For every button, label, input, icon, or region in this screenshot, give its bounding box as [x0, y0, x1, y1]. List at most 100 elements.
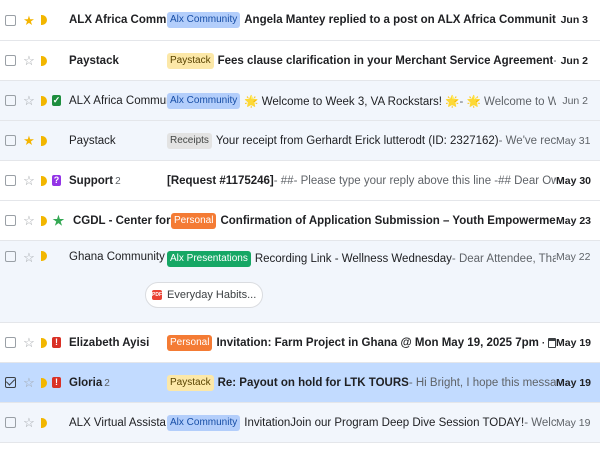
sender-name: Ghana Community — [69, 251, 165, 263]
email-row[interactable]: ☆? Support 2 [Request #1175246] - ##- Pleas… — [0, 161, 600, 201]
importance-half-icon — [41, 135, 47, 146]
importance-marker-icon[interactable] — [39, 417, 49, 428]
star-outline-icon[interactable]: ☆ — [22, 94, 36, 107]
select-checkbox[interactable] — [5, 135, 16, 146]
star-outline-icon[interactable]: ☆ — [22, 416, 36, 429]
email-date: Jun 2 — [560, 54, 588, 67]
importance-half-icon — [41, 417, 47, 428]
email-list: ★ALX Africa CommunityAlx CommunityAngela… — [0, 0, 600, 450]
email-label[interactable]: Personal — [167, 334, 213, 351]
importance-marker-icon[interactable] — [39, 135, 49, 146]
star-outline-icon[interactable]: ☆ — [22, 214, 36, 227]
email-row[interactable]: ☆ Paystack Paystack Fees clause clarificati… — [0, 41, 600, 81]
importance-marker-icon[interactable] — [39, 15, 49, 25]
email-date: Jun 2 — [562, 94, 588, 107]
email-subject: Angela Mantey replied to a post on ALX A… — [244, 14, 556, 26]
sender-name: Paystack — [69, 54, 119, 67]
email-date: May 23 — [556, 214, 592, 227]
sender-name: ALX Africa Community — [69, 14, 167, 26]
email-label[interactable]: Alx Community — [167, 414, 241, 431]
question-badge-icon: ? — [52, 175, 61, 186]
email-label[interactable]: Paystack — [167, 374, 214, 391]
email-subject: Fees clause clarification in your Mercha… — [217, 54, 554, 67]
email-snippet: - ##- Please type your reply above this … — [273, 174, 556, 187]
select-checkbox[interactable] — [5, 377, 16, 388]
email-subject: [Request #1175246] — [167, 174, 274, 187]
email-row[interactable]: ☆ ALX Virtual Assista. Alx Community Invita… — [0, 403, 600, 443]
importance-marker-icon[interactable] — [39, 377, 49, 388]
email-label[interactable]: Alx Community — [167, 12, 241, 28]
pdf-icon: PDF — [152, 290, 162, 300]
star-outline-icon[interactable]: ☆ — [22, 376, 36, 389]
email-row[interactable]: ☆! Gloria 2 Paystack Re: Payout on hold for … — [0, 363, 600, 403]
star-filled-icon[interactable]: ★ — [22, 134, 36, 147]
importance-marker-icon[interactable] — [39, 337, 49, 348]
select-checkbox[interactable] — [5, 14, 16, 26]
check-badge-icon: ✓ — [52, 95, 61, 106]
email-row[interactable]: ☆ ★ CGDL - Center for G.PersonalConfirmati… — [0, 201, 600, 241]
email-row[interactable]: ★ Paystack Receipts Your receipt from Gerha… — [0, 121, 600, 161]
importance-marker-icon[interactable] — [39, 215, 49, 226]
sender-name: CGDL - Center for G. — [73, 214, 171, 227]
star-outline-icon[interactable]: ☆ — [22, 251, 36, 264]
email-date: May 22 — [556, 251, 591, 263]
email-content: [Request #1175246] - ##- Please type you… — [167, 175, 556, 187]
importance-half-icon — [41, 251, 47, 261]
email-content: Paystack Re: Payout on hold for LTK TOURS… — [167, 374, 556, 391]
email-label[interactable]: Paystack — [167, 52, 214, 69]
star-outline-icon[interactable]: ☆ — [22, 174, 36, 187]
star-outline-icon[interactable]: ☆ — [22, 336, 36, 349]
select-checkbox[interactable] — [5, 251, 16, 262]
attachment-name: Everyday Habits... — [167, 289, 257, 301]
email-content: Personal Invitation: Farm Project in Ghan… — [167, 334, 544, 351]
email-label[interactable]: Alx Community — [167, 92, 241, 109]
email-date: Jun 3 — [560, 14, 588, 26]
star-filled-icon[interactable]: ★ — [22, 14, 36, 27]
email-snippet: - Dear Attendee, Thank you for attending… — [451, 253, 556, 265]
importance-marker-icon[interactable] — [39, 55, 49, 66]
importance-half-icon — [41, 175, 47, 186]
select-checkbox[interactable] — [5, 215, 16, 226]
importance-half-icon — [41, 55, 47, 66]
email-content: Alx Community 🌟 Welcome to Week 3, VA Roc… — [167, 92, 556, 109]
thread-count: 2 — [104, 377, 110, 389]
importance-marker-icon[interactable] — [39, 175, 49, 186]
email-date: May 19 — [556, 336, 592, 349]
email-snippet: - Welcome to the Program Deep Dive Sessi… — [524, 416, 556, 429]
email-label[interactable]: Receipts — [167, 132, 212, 149]
calendar-icon — [548, 337, 556, 348]
email-content: Alx Presentations Recording Link - Wellne… — [167, 251, 556, 267]
email-label[interactable]: Alx Presentations — [167, 251, 251, 267]
select-checkbox[interactable] — [5, 417, 16, 428]
importance-half-icon — [41, 377, 47, 388]
importance-half-icon — [41, 215, 47, 226]
sender-name: Elizabeth Ayisi — [69, 336, 150, 349]
email-subject: Re: Payout on hold for LTK TOURS — [217, 376, 409, 389]
importance-marker-icon[interactable] — [39, 95, 49, 106]
email-content: Alx Community InvitationJoin our Program … — [167, 414, 556, 431]
email-label[interactable]: Personal — [171, 212, 217, 229]
email-subject: Invitation: Farm Project in Ghana @ Mon … — [216, 336, 544, 349]
email-date: May 19 — [556, 376, 592, 389]
sender-name: ALX Virtual Assista. — [69, 416, 167, 429]
email-snippet: - We've received your order Hi Bright Ow… — [498, 134, 556, 147]
email-date: May 19 — [556, 416, 591, 429]
star-outline-icon[interactable]: ☆ — [22, 54, 36, 67]
email-content: Personal Confirmation of Application Subm… — [171, 212, 556, 229]
email-row[interactable]: ★ ALX Africa CommunityAlx CommunityAngela… — [0, 0, 600, 41]
sender-name: ALX Africa Community — [69, 94, 167, 107]
email-snippet: - Hi Bright, I hope this message finds y… — [408, 376, 556, 389]
email-row[interactable]: ☆ Ghana Community Alx Presentations Recordi… — [0, 241, 600, 323]
importance-marker-icon[interactable] — [39, 251, 49, 261]
select-checkbox[interactable] — [5, 95, 16, 106]
select-checkbox[interactable] — [5, 55, 16, 66]
email-row[interactable]: ☆ ✓ ALX Africa CommunityAlx Community🌟 Wel… — [0, 81, 600, 121]
email-snippet: - 🌟 Welcome to Week 3, VA Rockstars! 🌟 A… — [459, 95, 556, 108]
email-row[interactable]: ☆! Elizabeth Ayisi Personal Invitation: Far… — [0, 323, 600, 363]
importance-half-icon — [41, 15, 47, 25]
green-star-icon: ★ — [52, 213, 65, 228]
attachment-chip[interactable]: PDF Everyday Habits... — [145, 282, 264, 308]
select-checkbox[interactable] — [5, 175, 16, 186]
select-checkbox[interactable] — [5, 337, 16, 348]
importance-half-icon — [41, 95, 47, 106]
